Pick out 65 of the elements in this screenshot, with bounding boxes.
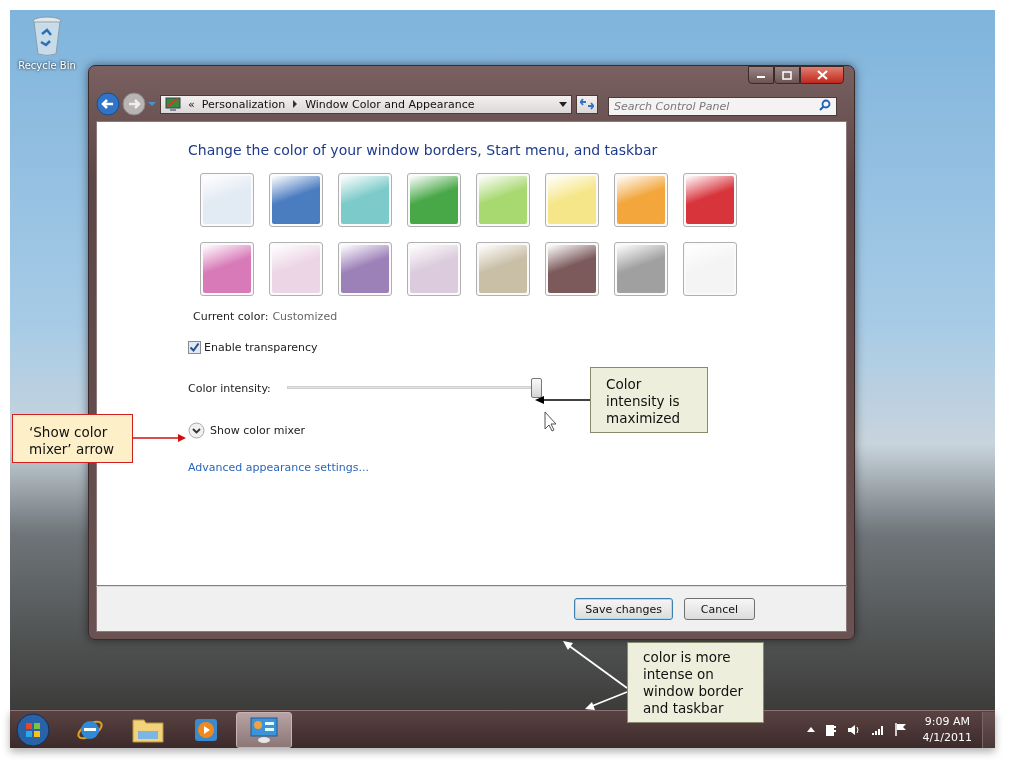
- color-swatch[interactable]: [338, 242, 392, 296]
- color-swatch[interactable]: [407, 173, 461, 227]
- refresh-button[interactable]: [576, 94, 598, 114]
- control-panel-icon: [249, 715, 279, 744]
- color-swatch[interactable]: [614, 173, 668, 227]
- callout-box: ‘Show color mixer’ arrow: [12, 414, 133, 463]
- color-swatch[interactable]: [269, 242, 323, 296]
- speaker-icon[interactable]: [846, 723, 861, 736]
- color-swatch[interactable]: [545, 173, 599, 227]
- color-intensity-label: Color intensity:: [188, 381, 272, 395]
- breadcrumb-overflow-icon[interactable]: «: [188, 97, 195, 111]
- callout-box: Color intensity is maximized: [590, 367, 708, 433]
- color-swatch[interactable]: [683, 242, 737, 296]
- advanced-appearance-link[interactable]: Advanced appearance settings...: [188, 461, 369, 474]
- breadcrumb-separator-icon[interactable]: [292, 100, 299, 108]
- forward-button[interactable]: [122, 92, 146, 116]
- callout-arrow: [535, 396, 591, 404]
- color-swatch[interactable]: [200, 173, 254, 227]
- media-player-icon: [194, 717, 218, 742]
- search-icon[interactable]: [819, 98, 831, 111]
- minimize-button[interactable]: [748, 66, 774, 84]
- power-plug-icon[interactable]: [824, 722, 837, 737]
- control-panel-icon: [165, 96, 181, 112]
- flag-icon[interactable]: [894, 723, 907, 736]
- folder-icon: [132, 716, 164, 743]
- maximize-button[interactable]: [774, 66, 800, 84]
- back-button[interactable]: [96, 92, 120, 116]
- callout-arrow: [563, 641, 628, 689]
- callout-box: color is more intense on window border and taskbar: [627, 642, 764, 723]
- close-button[interactable]: [800, 66, 844, 84]
- color-swatch[interactable]: [545, 242, 599, 296]
- search-field[interactable]: Search Control Panel: [608, 96, 837, 116]
- breadcrumb-item[interactable]: Personalization: [201, 97, 286, 111]
- current-color-label: Current color:: [193, 310, 269, 323]
- color-swatch[interactable]: [614, 242, 668, 296]
- clock[interactable]: 9:09 AM 4/1/2011: [922, 713, 972, 746]
- color-swatch[interactable]: [269, 173, 323, 227]
- taskbar-button[interactable]: [236, 711, 292, 748]
- color-swatch[interactable]: [338, 173, 392, 227]
- intensity-slider-thumb[interactable]: [531, 378, 542, 398]
- show-color-mixer-button[interactable]: Show color mixer: [188, 422, 305, 439]
- color-swatch[interactable]: [407, 242, 461, 296]
- breadcrumb-item[interactable]: Window Color and Appearance: [305, 97, 475, 111]
- maximize-icon: [782, 70, 792, 80]
- dialog-button[interactable]: Save changes: [574, 598, 673, 620]
- color-swatch[interactable]: [476, 242, 530, 296]
- current-color-value: Customized: [272, 310, 338, 323]
- callout-arrow: [132, 434, 186, 442]
- transparency-checkbox[interactable]: [188, 341, 201, 354]
- color-swatch[interactable]: [683, 173, 737, 227]
- show-hidden-icons-icon[interactable]: [806, 727, 815, 732]
- signal-bars-icon[interactable]: [870, 724, 885, 735]
- dialog-button[interactable]: Cancel: [684, 598, 755, 620]
- recycle-bin-icon[interactable]: [32, 16, 62, 56]
- intensity-slider[interactable]: [287, 378, 540, 398]
- mouse-pointer-icon: [544, 411, 557, 432]
- address-dropdown-icon[interactable]: [559, 101, 567, 107]
- color-swatch[interactable]: [200, 242, 254, 296]
- address-bar[interactable]: « Personalization Window Color and Appearance: [160, 94, 572, 114]
- transparency-label[interactable]: Enable transparency: [204, 341, 318, 354]
- callout-arrow: [585, 691, 628, 710]
- start-button[interactable]: [16, 712, 50, 747]
- close-icon: [816, 70, 828, 80]
- page-heading: Change the color of your window borders, Start menu, and taskbar: [188, 142, 658, 158]
- color-swatch[interactable]: [476, 173, 530, 227]
